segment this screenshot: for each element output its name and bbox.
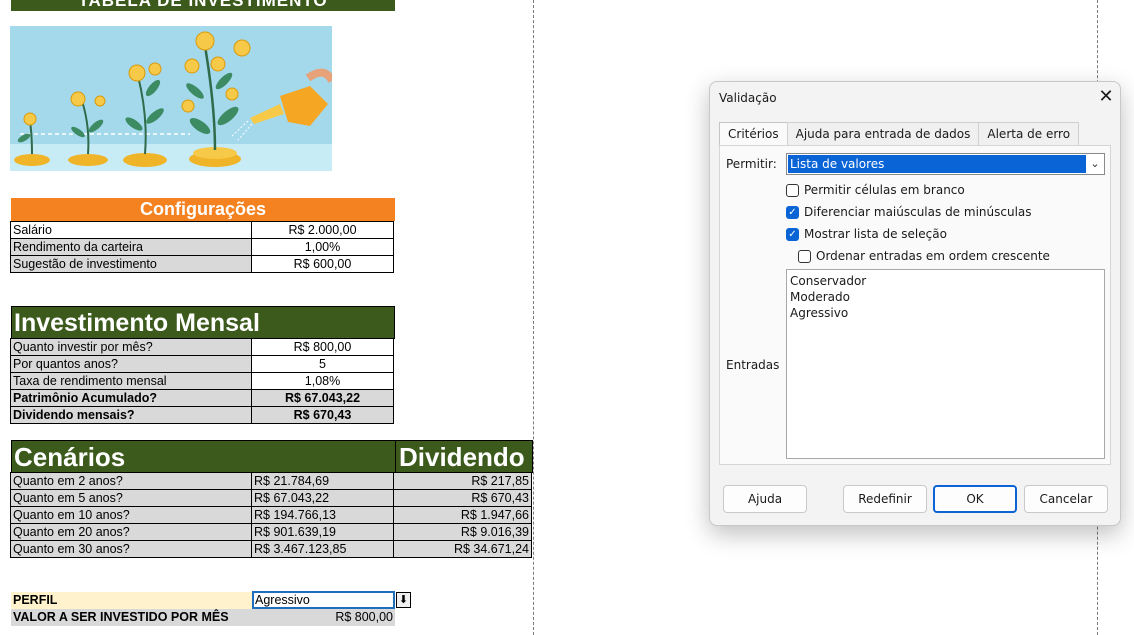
row-value[interactable]: R$ 3.467.123,85 — [251, 540, 394, 558]
scenarios-header: Cenários — [11, 440, 396, 473]
table-row[interactable]: Quanto em 5 anos? R$ 67.043,22 R$ 670,43 — [10, 489, 532, 507]
row-label[interactable]: Quanto em 10 anos? — [10, 506, 252, 524]
sheet-title: TABELA DE INVESTIMENTO — [11, 0, 395, 11]
help-button[interactable]: Ajuda — [723, 485, 807, 513]
row-value[interactable]: R$ 67.043,22 — [251, 389, 394, 407]
dropdown-arrow-icon[interactable]: ⬇ — [396, 592, 411, 608]
valor-value[interactable]: R$ 800,00 — [253, 609, 395, 626]
row-value[interactable]: R$ 2.000,00 — [251, 221, 394, 239]
table-row[interactable]: Rendimento da carteira 1,00% — [10, 238, 394, 256]
page-break-line — [533, 0, 534, 635]
entry-item: Conservador — [790, 274, 867, 288]
row-label[interactable]: Taxa de rendimento mensal — [10, 372, 252, 390]
dialog-tabs: Critérios Ajuda para entrada de dados Al… — [719, 122, 1080, 147]
checkbox-show-list[interactable]: ✓ Mostrar lista de seleção — [786, 227, 947, 241]
config-header: Configurações — [11, 198, 395, 221]
dialog-title: Validação — [719, 91, 777, 105]
row-label[interactable]: Quanto em 20 anos? — [10, 523, 252, 541]
row-value[interactable]: R$ 800,00 — [251, 338, 394, 356]
checkbox-label: Permitir células em branco — [804, 183, 965, 197]
valor-label: VALOR A SER INVESTIDO POR MÊS — [11, 609, 253, 626]
table-row[interactable]: Por quantos anos? 5 — [10, 355, 394, 373]
row-dividend[interactable]: R$ 9.016,39 — [393, 523, 532, 541]
checkmark-icon[interactable]: ✓ — [786, 205, 799, 219]
row-dividend[interactable]: R$ 34.671,24 — [393, 540, 532, 558]
checkbox-label: Mostrar lista de seleção — [804, 227, 947, 241]
row-value[interactable]: R$ 21.784,69 — [251, 472, 394, 490]
close-icon[interactable]: ✕ — [1095, 86, 1117, 108]
checkbox-label: Ordenar entradas em ordem crescente — [816, 249, 1050, 263]
table-row[interactable]: Quanto em 2 anos? R$ 21.784,69 R$ 217,85 — [10, 472, 532, 490]
permitir-selected-value: Lista de valores — [788, 155, 1086, 173]
ok-button[interactable]: OK — [933, 485, 1017, 513]
checkbox-sort-ascending[interactable]: Ordenar entradas em ordem crescente — [798, 249, 1050, 263]
row-value[interactable]: R$ 600,00 — [251, 255, 394, 273]
table-row[interactable]: Taxa de rendimento mensal 1,08% — [10, 372, 394, 390]
table-row[interactable]: Quanto em 20 anos? R$ 901.639,19 R$ 9.01… — [10, 523, 532, 541]
entries-textarea[interactable]: Conservador Moderado Agressivo — [786, 269, 1105, 459]
row-label[interactable]: Quanto em 5 anos? — [10, 489, 252, 507]
entry-item: Moderado — [790, 290, 850, 304]
row-value[interactable]: R$ 194.766,13 — [251, 506, 394, 524]
chevron-down-icon: ⌄ — [1090, 157, 1100, 170]
perfil-label: PERFIL — [11, 592, 253, 609]
row-label[interactable]: Sugestão de investimento — [10, 255, 252, 273]
cancel-button[interactable]: Cancelar — [1024, 485, 1108, 513]
tab-alerta-erro[interactable]: Alerta de erro — [978, 122, 1080, 146]
table-row[interactable]: Patrimônio Acumulado? R$ 67.043,22 — [10, 389, 394, 407]
validation-dialog: Validação ✕ Critérios Ajuda para entrada… — [709, 81, 1121, 526]
row-dividend[interactable]: R$ 217,85 — [393, 472, 532, 490]
checkbox-box[interactable] — [798, 249, 811, 263]
row-value[interactable]: R$ 670,43 — [251, 406, 394, 424]
table-row[interactable]: Dividendo mensais? R$ 670,43 — [10, 406, 394, 424]
row-label[interactable]: Por quantos anos? — [10, 355, 252, 373]
entradas-label: Entradas — [726, 358, 780, 372]
table-row[interactable]: Quanto em 30 anos? R$ 3.467.123,85 R$ 34… — [10, 540, 532, 558]
row-label[interactable]: Salário — [10, 221, 252, 239]
checkbox-label: Diferenciar maiúsculas de minúsculas — [804, 205, 1032, 219]
monthly-header: Investimento Mensal — [11, 306, 395, 339]
tab-criterios[interactable]: Critérios — [719, 122, 788, 147]
checkbox-box[interactable] — [786, 183, 799, 197]
row-value[interactable]: 5 — [251, 355, 394, 373]
permitir-label: Permitir: — [726, 157, 777, 171]
table-row[interactable]: Quanto investir por mês? R$ 800,00 — [10, 338, 394, 356]
row-value[interactable]: 1,00% — [251, 238, 394, 256]
table-row[interactable]: Salário R$ 2.000,00 — [10, 221, 394, 239]
row-label[interactable]: Patrimônio Acumulado? — [10, 389, 252, 407]
row-dividend[interactable]: R$ 670,43 — [393, 489, 532, 507]
checkbox-blank-cells[interactable]: Permitir células em branco — [786, 183, 965, 197]
perfil-cell[interactable]: Agressivo — [252, 591, 395, 609]
permitir-select[interactable]: Lista de valores ⌄ — [786, 153, 1105, 175]
row-label[interactable]: Quanto em 2 anos? — [10, 472, 252, 490]
checkbox-case-sensitive[interactable]: ✓ Diferenciar maiúsculas de minúsculas — [786, 205, 1032, 219]
reset-button[interactable]: Redefinir — [843, 485, 927, 513]
checkmark-icon[interactable]: ✓ — [786, 227, 799, 241]
table-row[interactable]: Sugestão de investimento R$ 600,00 — [10, 255, 394, 273]
entry-item: Agressivo — [790, 306, 849, 320]
row-label[interactable]: Rendimento da carteira — [10, 238, 252, 256]
row-label[interactable]: Quanto em 30 anos? — [10, 540, 252, 558]
row-label[interactable]: Dividendo mensais? — [10, 406, 252, 424]
row-value[interactable]: R$ 901.639,19 — [251, 523, 394, 541]
row-value[interactable]: 1,08% — [251, 372, 394, 390]
investment-illustration — [10, 26, 332, 171]
table-row[interactable]: Quanto em 10 anos? R$ 194.766,13 R$ 1.94… — [10, 506, 532, 524]
dividend-header: Dividendo — [395, 440, 533, 473]
row-dividend[interactable]: R$ 1.947,66 — [393, 506, 532, 524]
row-label[interactable]: Quanto investir por mês? — [10, 338, 252, 356]
row-value[interactable]: R$ 67.043,22 — [251, 489, 394, 507]
tab-ajuda-entrada[interactable]: Ajuda para entrada de dados — [786, 122, 980, 146]
